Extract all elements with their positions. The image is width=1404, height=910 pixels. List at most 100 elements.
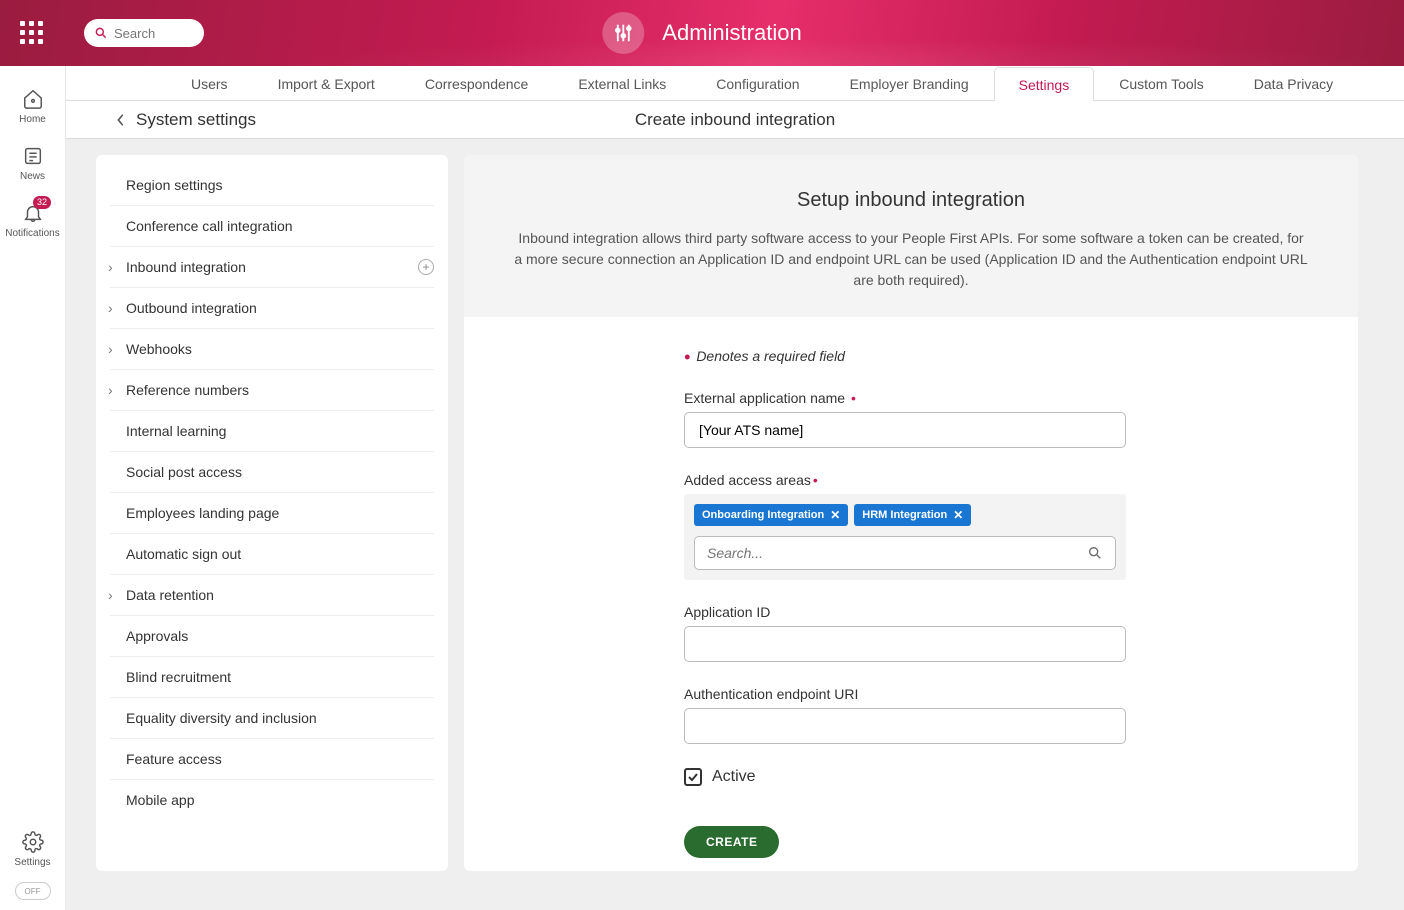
tab-settings[interactable]: Settings [994,67,1095,101]
sidebar-item[interactable]: › Reference numbers [110,370,434,411]
news-icon [22,145,44,167]
ext-app-input[interactable] [684,412,1126,448]
tab-external-links[interactable]: External Links [553,66,691,100]
nav-notifications[interactable]: 32 Notifications [0,194,65,247]
sidebar-item[interactable]: Employees landing page [110,493,434,534]
nav-news-label: News [20,171,45,182]
access-areas-box: Onboarding Integration ✕ HRM Integration ✕ [684,494,1126,580]
sidebar-item[interactable]: Approvals [110,616,434,657]
sidebar-item[interactable]: Social post access [110,452,434,493]
chevron-right-icon: › [108,300,113,316]
tag-label: Onboarding Integration [702,509,824,521]
form-hero-title: Setup inbound integration [514,189,1308,212]
access-search-input[interactable] [707,545,1087,561]
sidebar-item-label: Approvals [126,628,188,644]
required-note: •Denotes a required field [684,347,1358,368]
tab-data-privacy[interactable]: Data Privacy [1229,66,1358,100]
chevron-left-icon [116,113,126,127]
tab-configuration[interactable]: Configuration [691,66,824,100]
sidebar-item[interactable]: › Data retention [110,575,434,616]
app-id-label: Application ID [684,604,1126,620]
nav-settings-label: Settings [14,857,50,868]
sidebar-item-label: Outbound integration [126,300,257,316]
tab-custom-tools[interactable]: Custom Tools [1094,66,1229,100]
remove-tag-icon[interactable]: ✕ [953,508,963,522]
sidebar-item-label: Automatic sign out [126,546,241,562]
sidebar-item-label: Inbound integration [126,259,246,275]
apps-menu-icon[interactable] [20,21,44,45]
check-icon [687,771,699,783]
sidebar-item[interactable]: Region settings [110,165,434,206]
form-card: Setup inbound integration Inbound integr… [464,155,1358,871]
tab-import-export[interactable]: Import & Export [253,66,400,100]
active-label: Active [712,768,756,786]
add-icon[interactable]: + [418,259,434,275]
sidebar-item[interactable]: Blind recruitment [110,657,434,698]
sidebar-item-label: Employees landing page [126,505,279,521]
global-search[interactable] [84,19,204,47]
sidebar-item-label: Blind recruitment [126,669,231,685]
sidebar-item[interactable]: Internal learning [110,411,434,452]
global-search-input[interactable] [114,26,184,41]
nav-notif-label: Notifications [5,228,59,239]
sidebar-item[interactable]: › Outbound integration [110,288,434,329]
sidebar-item[interactable]: › Inbound integration + [110,247,434,288]
nav-settings[interactable]: Settings [0,823,65,876]
sidebar-item-label: Internal learning [126,423,226,439]
sidebar-item-label: Data retention [126,587,214,603]
chevron-right-icon: › [108,259,113,275]
sidebar-item-label: Reference numbers [126,382,249,398]
search-icon [94,26,108,40]
sliders-icon [602,12,644,54]
tag-label: HRM Integration [862,509,947,521]
sidebar-item-label: Feature access [126,751,222,767]
tab-employer-branding[interactable]: Employer Branding [825,66,994,100]
home-icon [22,88,44,110]
left-nav: Home News 32 Notifications Settings OFF [0,66,66,910]
gear-icon [22,831,44,853]
presence-toggle[interactable]: OFF [15,882,51,900]
app-title: Administration [662,20,801,46]
access-areas-search[interactable] [694,536,1116,570]
sidebar-item[interactable]: Conference call integration [110,206,434,247]
active-checkbox[interactable] [684,768,702,786]
form-hero: Setup inbound integration Inbound integr… [464,155,1358,317]
sidebar-item-label: Webhooks [126,341,192,357]
form-hero-desc: Inbound integration allows third party s… [514,228,1308,291]
sidebar-item[interactable]: Feature access [110,739,434,780]
chevron-right-icon: › [108,587,113,603]
nav-home[interactable]: Home [0,80,65,133]
access-tag: Onboarding Integration ✕ [694,504,848,526]
access-areas-label: Added access areas• [684,472,1126,488]
ext-app-label: External application name • [684,390,1126,406]
sidebar-item-label: Conference call integration [126,218,293,234]
sidebar-item-label: Region settings [126,177,223,193]
remove-tag-icon[interactable]: ✕ [830,508,840,522]
chevron-right-icon: › [108,341,113,357]
page-title: Create inbound integration [635,110,835,130]
back-button[interactable]: System settings [66,110,256,130]
sidebar-item-label: Social post access [126,464,242,480]
top-bar: Administration [0,0,1404,66]
create-button[interactable]: CREATE [684,826,779,858]
sidebar-item-label: Mobile app [126,792,195,808]
tabs: UsersImport & ExportCorrespondenceExtern… [66,66,1404,101]
sidebar-item[interactable]: › Webhooks [110,329,434,370]
tab-users[interactable]: Users [166,66,253,100]
app-id-input[interactable] [684,626,1126,662]
auth-uri-label: Authentication endpoint URI [684,686,1126,702]
nav-news[interactable]: News [0,137,65,190]
sidebar-item-label: Equality diversity and inclusion [126,710,317,726]
settings-sidebar: Region settings Conference call integrati… [96,155,448,871]
access-tag: HRM Integration ✕ [854,504,971,526]
auth-uri-input[interactable] [684,708,1126,744]
nav-home-label: Home [19,114,46,125]
search-icon [1087,545,1103,561]
notification-badge: 32 [33,196,51,209]
tab-correspondence[interactable]: Correspondence [400,66,554,100]
sidebar-item[interactable]: Automatic sign out [110,534,434,575]
sidebar-item[interactable]: Mobile app [110,780,434,820]
sub-header: System settings Create inbound integrati… [66,101,1404,139]
chevron-right-icon: › [108,382,113,398]
sidebar-item[interactable]: Equality diversity and inclusion [110,698,434,739]
